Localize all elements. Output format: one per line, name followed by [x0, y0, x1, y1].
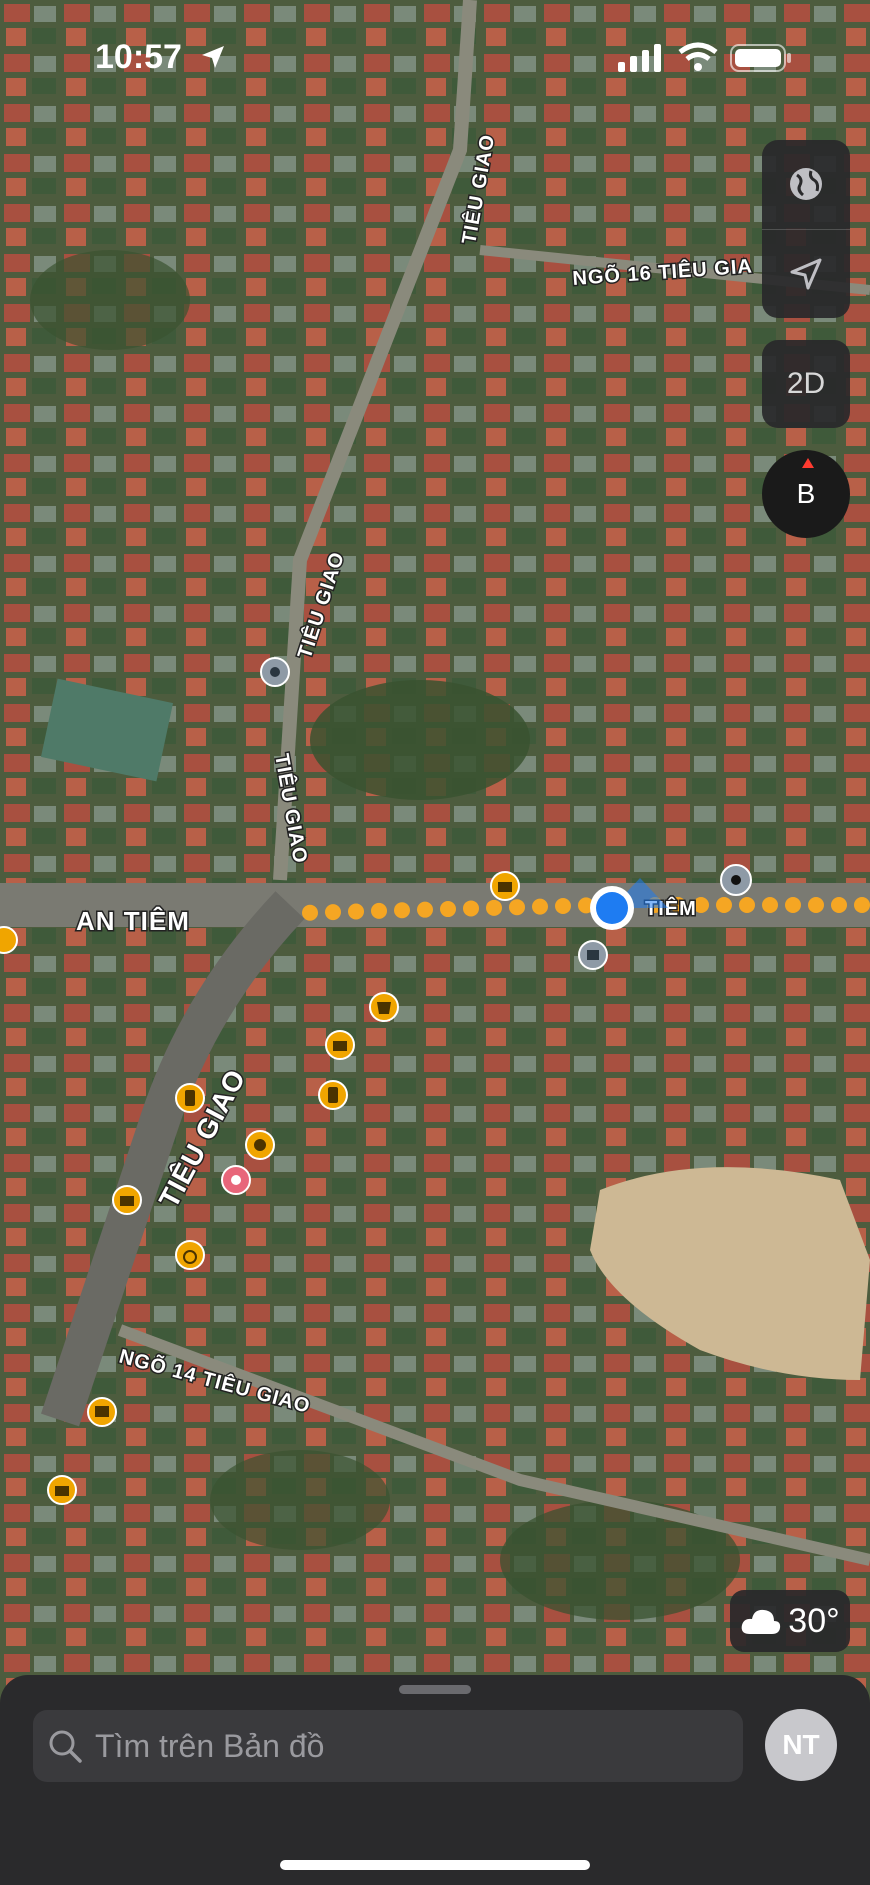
avatar[interactable]: NT: [765, 1709, 837, 1781]
location-arrow-icon: [790, 258, 822, 290]
route-dot: [532, 898, 548, 915]
poi-landmark-pin[interactable]: [578, 940, 608, 970]
poi-shop-pin[interactable]: [490, 871, 520, 901]
route-dot: [417, 901, 433, 918]
cellular-signal-icon: [618, 44, 661, 72]
route-dot: [486, 899, 502, 916]
route-dot: [302, 904, 318, 921]
toggle-2d-button[interactable]: 2D: [762, 340, 850, 428]
route-dot: [854, 897, 870, 913]
route-dot: [371, 902, 387, 919]
route-dot: [509, 899, 525, 916]
globe-icon: [790, 168, 822, 200]
bottom-sheet: Tìm trên Bản đồ NT: [0, 1675, 870, 1885]
cloud-icon: [741, 1609, 781, 1634]
compass-letter: B: [796, 478, 816, 509]
poi-phone-pin[interactable]: [318, 1080, 348, 1110]
compass-button[interactable]: B: [762, 450, 850, 538]
home-indicator: [280, 1860, 590, 1870]
poi-phone-pin[interactable]: [175, 1083, 205, 1113]
toggle-2d-label: 2D: [786, 367, 826, 400]
wifi-icon: [678, 42, 718, 71]
avatar-initials: NT: [782, 1729, 820, 1760]
poi-spa-pin[interactable]: [245, 1130, 275, 1160]
route-dot: [394, 902, 410, 919]
route-dot: [739, 897, 755, 913]
poi-clothing-pin[interactable]: [369, 992, 399, 1022]
route-dot: [831, 897, 847, 913]
poi-dark-pin[interactable]: [720, 864, 752, 896]
route-dot: [785, 897, 801, 913]
weather-temperature: 30°: [788, 1601, 840, 1640]
poi-jewelry-pin[interactable]: [175, 1240, 205, 1270]
poi-bookstore-pin[interactable]: [87, 1397, 117, 1427]
weather-widget[interactable]: 30°: [730, 1590, 850, 1652]
map-controls: [762, 140, 850, 318]
route-dot: [762, 897, 778, 913]
route-dot: [555, 897, 571, 914]
route-dot: [440, 901, 456, 918]
route-dot: [325, 904, 341, 921]
status-bar: 10:57: [0, 0, 870, 120]
route-dot: [716, 897, 732, 913]
route-dot: [808, 897, 824, 913]
locate-me-button[interactable]: [762, 230, 850, 318]
route-dot: [463, 900, 479, 917]
battery-icon: [730, 44, 791, 72]
status-time: 10:57: [95, 38, 182, 76]
map-style-button[interactable]: [762, 140, 850, 228]
street-label-an-tiem: AN TIÊM: [76, 906, 190, 936]
search-icon: [49, 1730, 82, 1763]
poi-police-pin[interactable]: [260, 657, 290, 687]
compass-needle-icon: [802, 458, 814, 468]
search-placeholder: Tìm trên Bản đồ: [95, 1728, 325, 1764]
poi-shop-pin-edge[interactable]: [0, 926, 18, 954]
location-arrow-icon: [202, 46, 224, 68]
route-dot: [348, 903, 364, 920]
poi-shop-pin[interactable]: [47, 1475, 77, 1505]
sheet-grabber-handle[interactable]: [399, 1685, 471, 1694]
poi-pharmacy-pin[interactable]: [221, 1165, 251, 1195]
poi-shop-pin[interactable]: [112, 1185, 142, 1215]
poi-shop-pin[interactable]: [325, 1030, 355, 1060]
search-input[interactable]: Tìm trên Bản đồ: [33, 1710, 743, 1782]
